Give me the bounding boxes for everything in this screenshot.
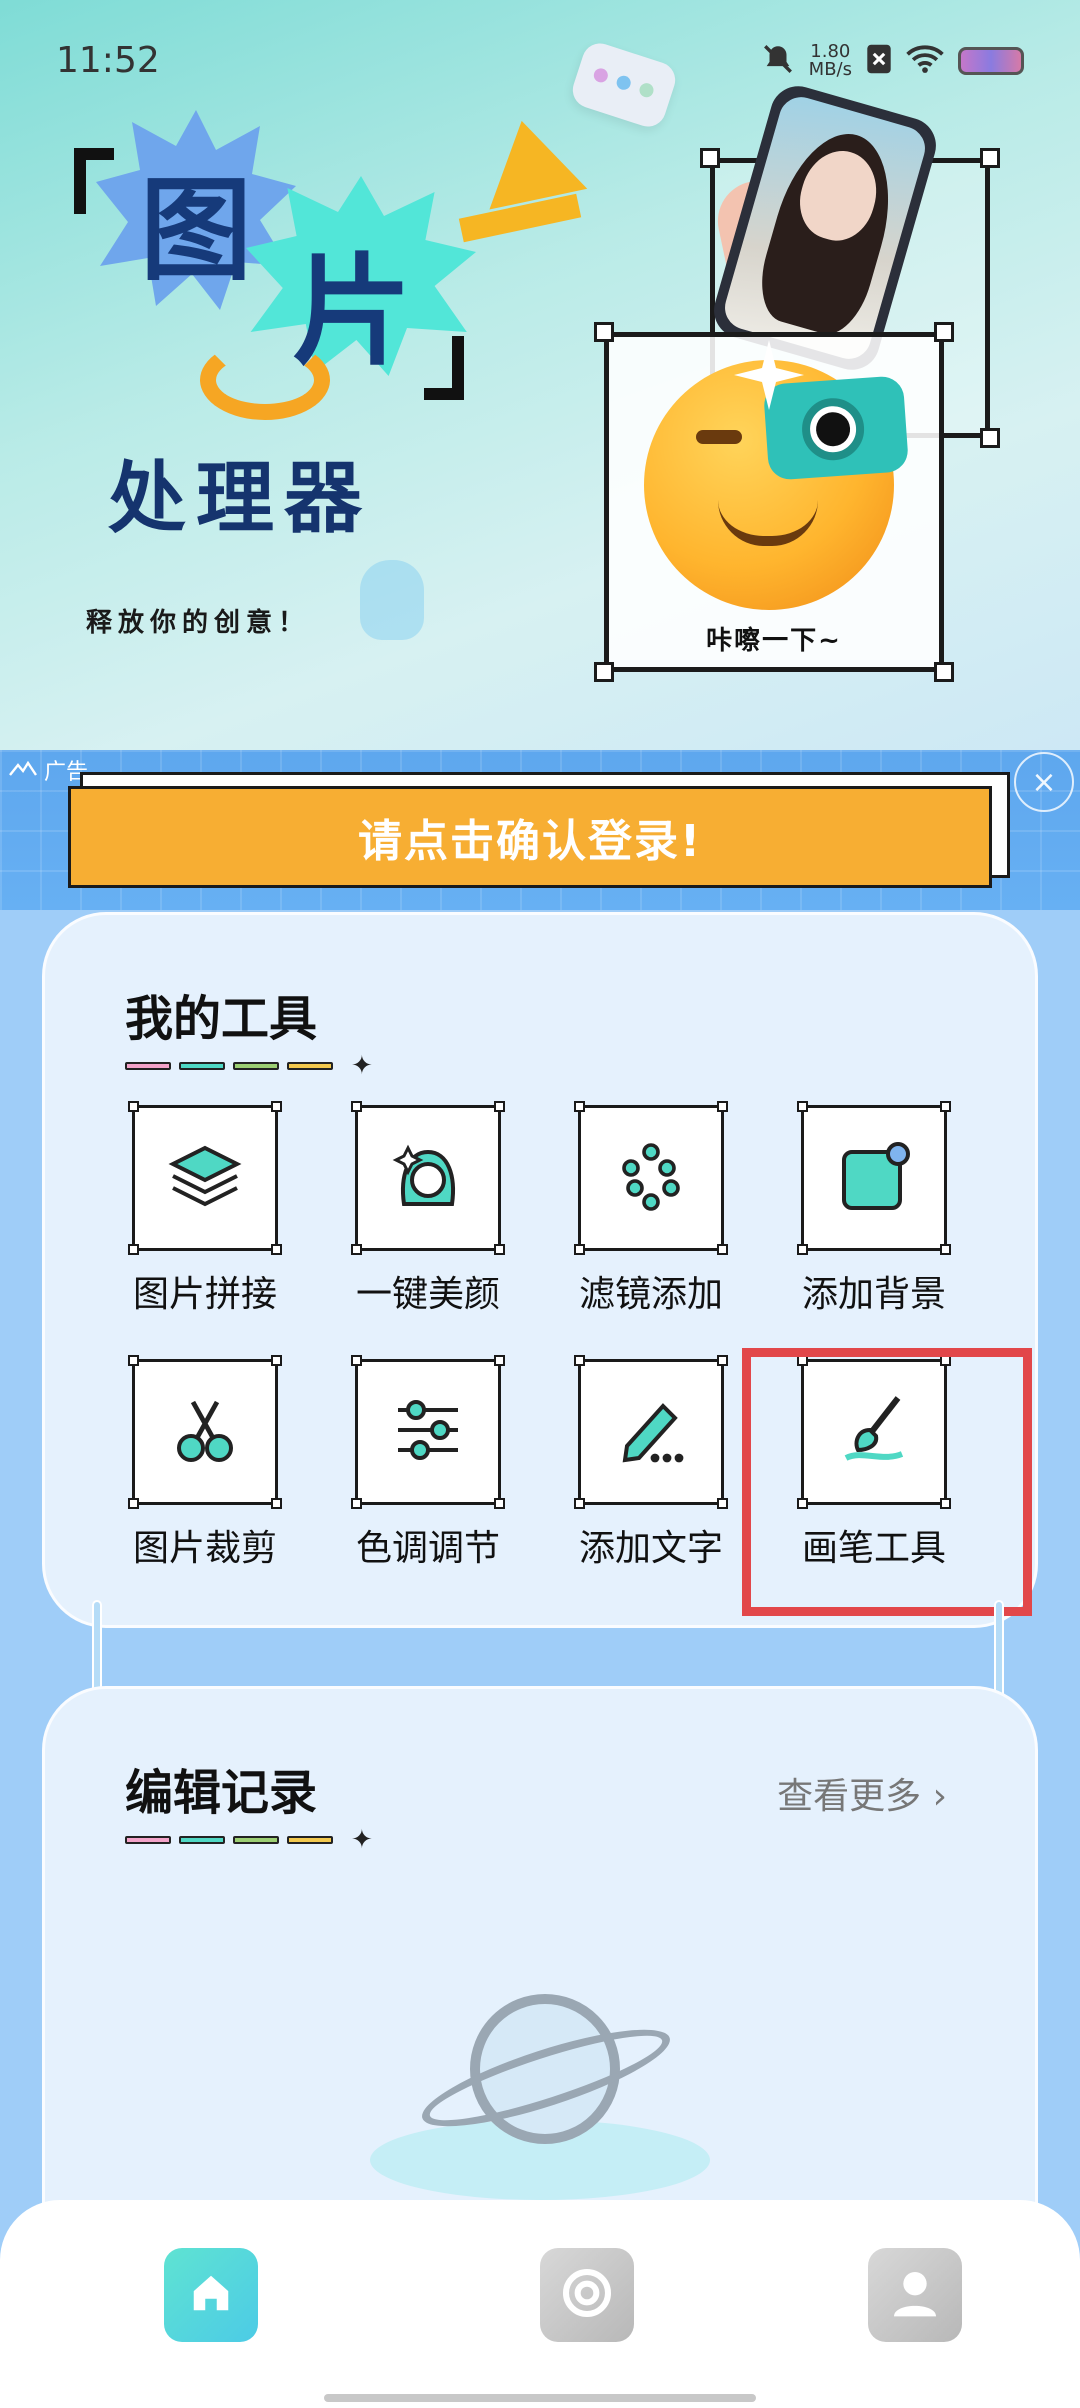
camera-illustration [762,375,910,481]
tool-label: 图片裁剪 [132,1528,277,1569]
tools-section-title: 我的工具 [125,991,318,1047]
hero-tagline: 释放你的创意！ [86,608,311,638]
frame-handle [980,148,1000,168]
frame-handle [594,322,614,342]
view-more-label: 查看更多 [777,1776,922,1817]
frame-handle [980,428,1000,448]
view-more-link[interactable]: 查看更多 › [777,1767,947,1819]
nav-camera[interactable] [540,2248,634,2342]
brand-char-1: 图 [140,166,252,296]
status-bar: 11:52 1.80 MB/s [0,0,1080,120]
tool-one-tap-beauty[interactable]: 一键美颜 [348,1101,508,1317]
frame-handle [934,662,954,682]
wifi-icon [906,44,944,78]
frame-handle [700,148,720,168]
tool-label: 添加背景 [801,1274,946,1315]
layers-icon [165,1136,245,1220]
ghost-sticker-decoration [360,560,424,640]
home-icon [188,2270,234,2320]
chevron-right-icon: › [932,1776,947,1817]
profile-icon [887,2265,943,2325]
ad-label: 广告 [8,754,88,786]
mute-bell-icon [761,42,795,80]
tool-label: 图片拼接 [132,1274,277,1315]
close-icon[interactable]: × [1014,752,1074,812]
frame-handle [594,662,614,682]
camera-icon [559,2265,615,2325]
nav-profile[interactable] [868,2248,962,2342]
tool-label: 滤镜添加 [578,1274,723,1315]
emoji-caption: 咔嚓一下~ [706,626,842,656]
sim-blocked-icon [866,43,892,79]
tool-label: 添加文字 [578,1528,723,1569]
tool-image-stitch[interactable]: 图片拼接 [125,1101,285,1317]
ad-banner[interactable]: 广告 请点击确认登录! × [0,750,1080,910]
battery-icon [958,47,1024,75]
ad-logo-icon [8,758,38,783]
tool-add-filter[interactable]: 滤镜添加 [571,1101,731,1317]
emoji-eye [696,430,742,444]
frame-handle [934,322,954,342]
tool-label: 一键美颜 [355,1274,500,1315]
background-square-icon [834,1136,914,1220]
network-speed-unit: MB/s [808,59,852,80]
bottom-navigation [0,2200,1080,2408]
tool-tone-adjust[interactable]: 色调调节 [348,1355,508,1571]
title-underline-decoration: ✦ [125,1053,373,1079]
pencil-icon [611,1390,691,1474]
highlighted-tool-outline [742,1348,1032,1616]
status-icons: 1.80 MB/s [761,42,1024,80]
nav-home[interactable] [164,2248,258,2342]
scissors-icon [165,1390,245,1474]
sliders-icon [388,1390,468,1474]
network-speed: 1.80 MB/s [809,43,852,79]
filter-dots-icon [611,1136,691,1220]
tool-label: 色调调节 [355,1528,500,1569]
home-indicator[interactable] [324,2394,756,2402]
tool-add-background[interactable]: 添加背景 [794,1101,954,1317]
title-underline-decoration: ✦ [125,1827,373,1853]
beauty-face-icon [388,1136,468,1220]
tool-image-crop[interactable]: 图片裁剪 [125,1355,285,1571]
orange-swirl-decoration [200,340,330,420]
login-confirm-button[interactable]: 请点击确认登录! [68,786,992,888]
status-time: 11:52 [56,40,160,81]
sparkle-icon: ✦ [351,1051,373,1081]
history-section-title: 编辑记录 [125,1765,318,1821]
empty-state-planet-illustration [360,1970,720,2200]
hero-banner[interactable]: 11:52 1.80 MB/s 图 片 处理器 释放你的创意！ 咔嚓一下~ [0,0,1080,750]
hero-title: 处理器 [108,454,373,544]
bracket-right-decoration [424,336,464,400]
sparkle-icon: ✦ [351,1825,373,1855]
tool-add-text[interactable]: 添加文字 [571,1355,731,1571]
